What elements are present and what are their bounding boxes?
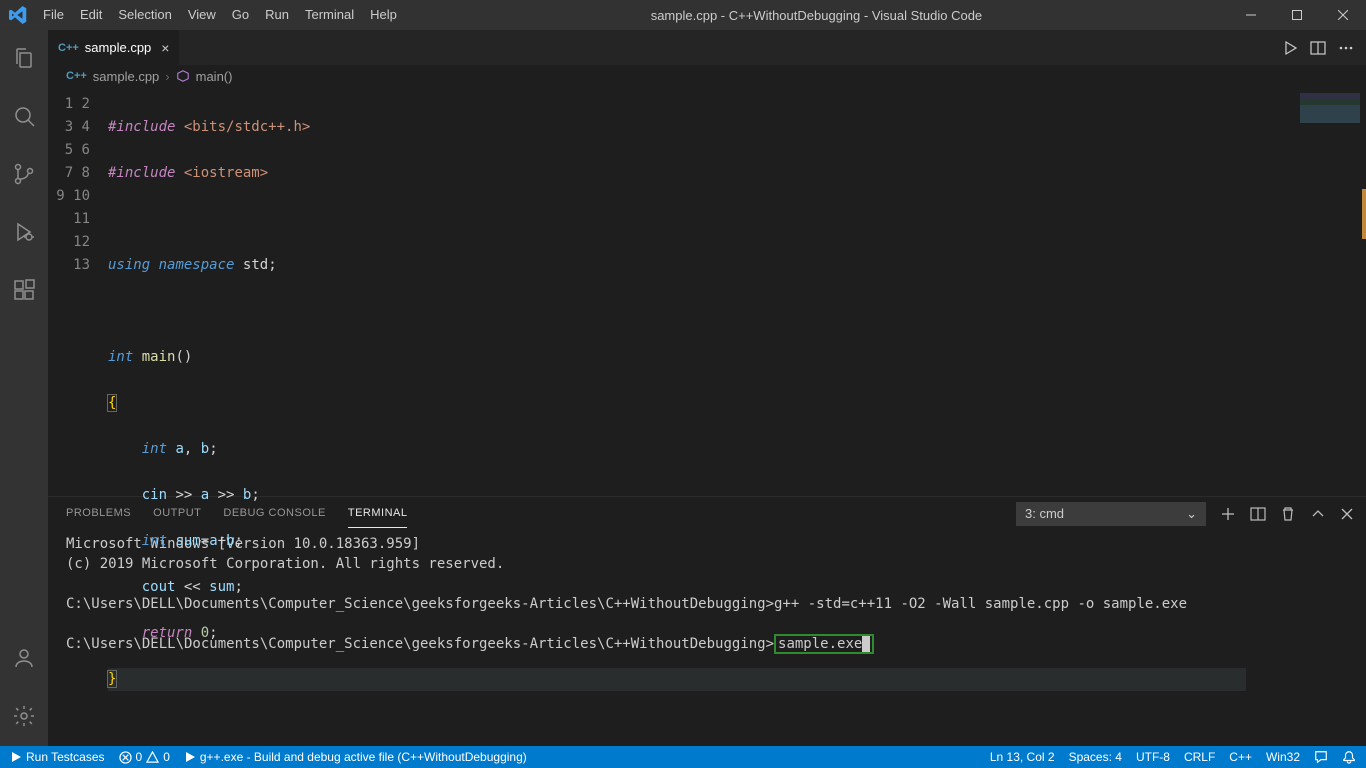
problems-status[interactable]: 0 0 (119, 750, 170, 764)
menu-view[interactable]: View (180, 0, 224, 30)
notifications-icon[interactable] (1342, 750, 1356, 764)
close-button[interactable] (1320, 0, 1366, 30)
language-mode[interactable]: C++ (1229, 750, 1252, 764)
menu-terminal[interactable]: Terminal (297, 0, 362, 30)
maximize-panel-icon[interactable] (1310, 506, 1326, 522)
window-title: sample.cpp - C++WithoutDebugging - Visua… (405, 8, 1228, 23)
tab-sample-cpp[interactable]: C++ sample.cpp × (48, 30, 180, 65)
indentation-status[interactable]: Spaces: 4 (1069, 750, 1122, 764)
minimap[interactable] (1246, 87, 1366, 496)
source-control-icon[interactable] (0, 154, 48, 194)
cpp-file-icon: C++ (58, 42, 79, 54)
new-terminal-icon[interactable] (1220, 506, 1236, 522)
more-actions-icon[interactable] (1338, 40, 1354, 56)
symbol-method-icon (176, 69, 190, 83)
chevron-right-icon: › (165, 69, 169, 84)
run-testcases-button[interactable]: Run Testcases (10, 750, 105, 764)
eol-status[interactable]: CRLF (1184, 750, 1215, 764)
close-panel-icon[interactable] (1340, 507, 1354, 521)
run-icon[interactable] (1282, 40, 1298, 56)
code-content[interactable]: #include <bits/stdc++.h> #include <iostr… (108, 87, 1246, 496)
code-editor[interactable]: 1 2 3 4 5 6 7 8 9 10 11 12 13 #include <… (48, 87, 1366, 496)
title-bar: File Edit Selection View Go Run Terminal… (0, 0, 1366, 30)
breadcrumb-file[interactable]: sample.cpp (93, 69, 159, 84)
minimize-button[interactable] (1228, 0, 1274, 30)
search-icon[interactable] (0, 96, 48, 136)
line-numbers: 1 2 3 4 5 6 7 8 9 10 11 12 13 (48, 87, 108, 496)
feedback-icon[interactable] (1314, 750, 1328, 764)
menu-selection[interactable]: Selection (110, 0, 179, 30)
activity-bar (0, 30, 48, 746)
extensions-icon[interactable] (0, 270, 48, 310)
split-terminal-icon[interactable] (1250, 506, 1266, 522)
encoding-status[interactable]: UTF-8 (1136, 750, 1170, 764)
cpp-file-icon: C++ (66, 70, 87, 82)
run-debug-icon[interactable] (0, 212, 48, 252)
close-tab-icon[interactable]: × (161, 40, 169, 56)
kill-terminal-icon[interactable] (1280, 506, 1296, 522)
build-task-status[interactable]: g++.exe - Build and debug active file (C… (184, 750, 527, 764)
menu-run[interactable]: Run (257, 0, 297, 30)
explorer-icon[interactable] (0, 38, 48, 78)
tab-label: sample.cpp (85, 40, 151, 55)
vscode-logo-icon (0, 6, 35, 24)
menu-go[interactable]: Go (224, 0, 257, 30)
window-controls (1228, 0, 1366, 30)
breadcrumb[interactable]: C++ sample.cpp › main() (48, 65, 1366, 87)
menu-edit[interactable]: Edit (72, 0, 110, 30)
maximize-button[interactable] (1274, 0, 1320, 30)
breadcrumb-symbol[interactable]: main() (196, 69, 233, 84)
menu-help[interactable]: Help (362, 0, 405, 30)
status-bar: Run Testcases 0 0 g++.exe - Build and de… (0, 746, 1366, 768)
menu-file[interactable]: File (35, 0, 72, 30)
platform-status[interactable]: Win32 (1266, 750, 1300, 764)
overview-ruler (1362, 189, 1366, 239)
split-editor-icon[interactable] (1310, 40, 1326, 56)
settings-gear-icon[interactable] (0, 696, 48, 736)
editor-tabs: C++ sample.cpp × (48, 30, 1366, 65)
accounts-icon[interactable] (0, 638, 48, 678)
menu-bar: File Edit Selection View Go Run Terminal… (35, 0, 405, 30)
cursor-position[interactable]: Ln 13, Col 2 (990, 750, 1055, 764)
